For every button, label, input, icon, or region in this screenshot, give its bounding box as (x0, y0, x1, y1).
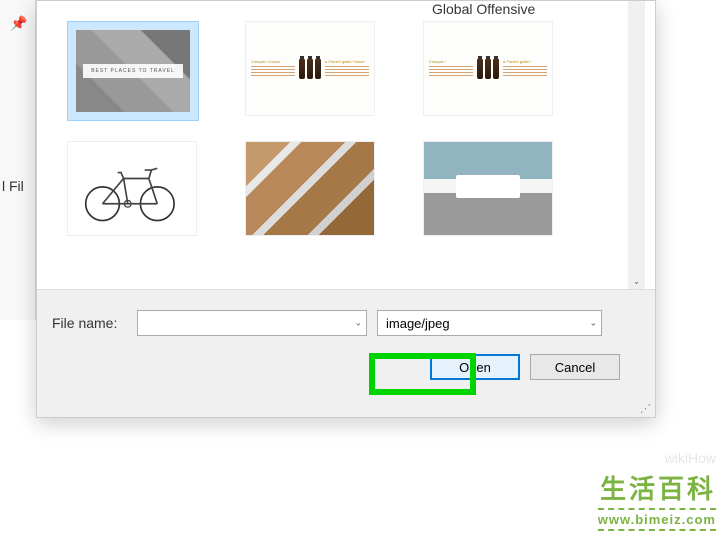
filetype-select[interactable] (377, 310, 602, 336)
product-sheet-image-icon: Compar ! a French grilat ! (424, 22, 552, 115)
thumbnail-item[interactable] (423, 141, 553, 236)
thumbnail-item[interactable] (245, 141, 375, 236)
bathroom-image-icon (424, 142, 552, 235)
faint-watermark: wikiHow (665, 450, 716, 466)
thumbnail-item-selected[interactable]: BEST PLACES TO TRAVEL (67, 21, 199, 121)
scroll-down-icon[interactable]: ⌄ (628, 273, 645, 290)
product-sheet-image-icon: Compar / Colour a French grilat / Home (246, 22, 374, 115)
watermark-cn-text: 生活百科 (598, 469, 716, 506)
thumbnail-item[interactable] (67, 141, 197, 236)
site-watermark: 生活百科 www.bimeiz.com (598, 469, 716, 531)
filename-input[interactable] (137, 310, 367, 336)
left-sidebar-strip: 📌 l Fil (0, 0, 36, 320)
truncated-label: l Fil (2, 178, 24, 194)
travel-banner-text: BEST PLACES TO TRAVEL (83, 64, 183, 78)
open-button[interactable]: Open (430, 354, 520, 380)
filename-label: File name: (52, 315, 127, 331)
resize-grip-icon[interactable]: ⋰ (640, 402, 652, 414)
thumbnail-item[interactable]: Compar / Colour a French grilat / Home (245, 21, 375, 116)
file-browser-area: Global Offensive BEST PLACES TO TRAVEL C… (57, 1, 645, 291)
dialog-bottom-panel: File name: ⌄ ⌄ Open Cancel ⋰ (37, 289, 655, 417)
cancel-button[interactable]: Cancel (530, 354, 620, 380)
file-open-dialog: Global Offensive BEST PLACES TO TRAVEL C… (36, 0, 656, 418)
bicycle-image-icon (68, 142, 196, 235)
travel-image-icon: BEST PLACES TO TRAVEL (76, 30, 190, 112)
folder-caption: Global Offensive (432, 1, 535, 17)
thumbnail-item[interactable]: Compar ! a French grilat ! (423, 21, 553, 116)
watermark-url-text: www.bimeiz.com (598, 508, 716, 531)
stairs-image-icon (246, 142, 374, 235)
vertical-scrollbar[interactable]: ⌄ (628, 1, 645, 290)
pin-icon: 📌 (10, 15, 27, 32)
thumbnail-grid: BEST PLACES TO TRAVEL Compar / Colour a … (67, 21, 583, 236)
